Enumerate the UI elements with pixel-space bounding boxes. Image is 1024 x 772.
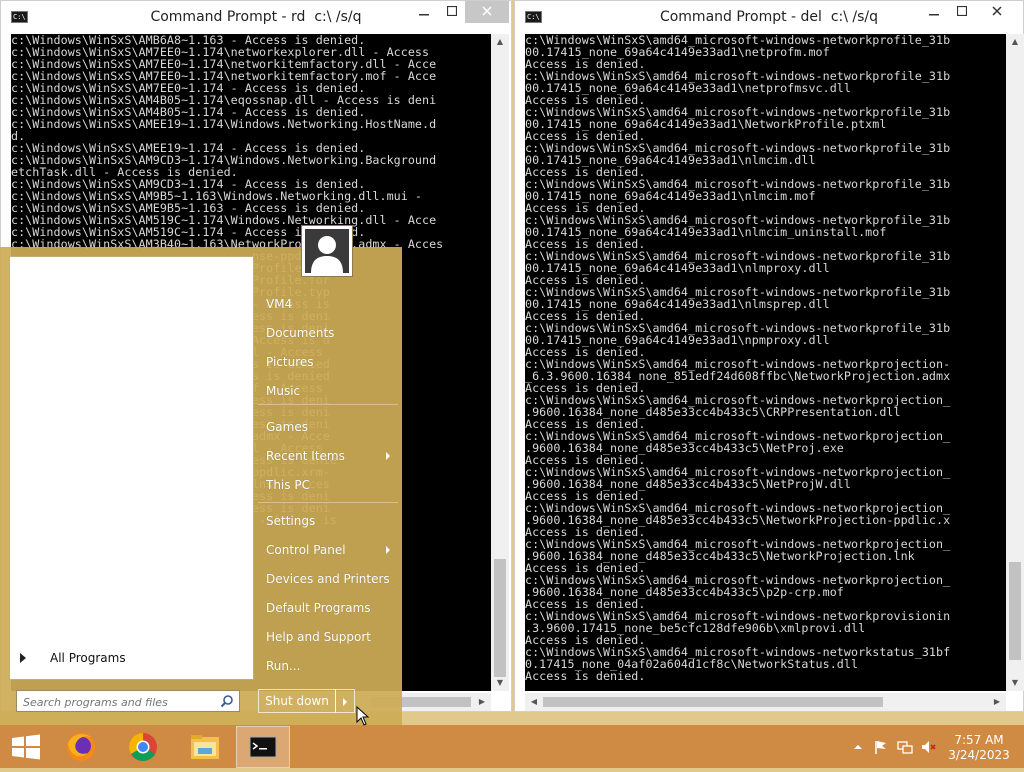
start-menu-item-label: Run... [266,659,301,673]
start-menu-item-vm4[interactable]: VM4 [256,292,400,316]
scroll-right-arrow-icon[interactable]: ▶ [988,694,1006,710]
user-picture [305,229,349,273]
start-menu-item-label: Games [266,420,308,434]
network-icon[interactable] [897,739,913,755]
search-box[interactable] [16,690,240,712]
all-programs-button[interactable]: All Programs [9,644,252,672]
close-button[interactable] [977,1,1017,23]
start-menu-item-label: VM4 [266,297,293,311]
start-menu-item-documents[interactable]: Documents [256,321,400,345]
start-menu-item-label: Recent Items [266,449,345,463]
search-input[interactable] [21,692,215,712]
titlebar[interactable]: C:\ Command Prompt - rd c:\ /s/q [1,1,511,34]
start-menu-item-music[interactable]: Music [256,379,400,403]
start-menu-item-label: This PC [266,478,310,492]
minimize-icon [929,14,939,16]
scroll-thumb[interactable] [1009,562,1021,660]
clock-date: 3/24/2023 [948,748,1010,762]
action-center-flag-icon[interactable] [873,739,889,755]
start-menu-item-help-and-support[interactable]: Help and Support [256,625,400,649]
user-icon [311,236,343,273]
start-menu-item-run[interactable]: Run... [256,654,400,678]
close-button[interactable] [465,1,509,23]
chevron-right-icon [386,452,390,460]
vertical-scrollbar[interactable]: ▲ ▼ [1006,34,1024,691]
scroll-thumb[interactable] [494,559,506,677]
maximize-icon [446,5,458,17]
command-prompt-window-right[interactable]: C:\ Command Prompt - del c:\ /s/q c:\Win… [514,0,1024,712]
windows-logo-icon [12,734,40,760]
close-icon [992,6,1002,16]
scroll-thumb[interactable] [543,697,883,707]
start-menu-item-default-programs[interactable]: Default Programs [256,596,400,620]
triangle-right-icon [20,653,26,663]
minimize-button[interactable] [919,1,949,23]
programs-list[interactable] [9,256,254,680]
start-menu-item-recent-items[interactable]: Recent Items [256,444,400,468]
mouse-pointer-icon [356,706,370,726]
start-menu-item-pictures[interactable]: Pictures [256,350,400,374]
start-menu-item-label: Music [266,384,301,398]
scroll-left-arrow-icon[interactable]: ◀ [525,694,543,710]
file-explorer-taskbar-button[interactable] [178,726,232,768]
start-menu-item-label: Documents [266,326,335,340]
start-menu-item-label: Settings [266,514,316,528]
minimize-icon [419,14,429,16]
chevron-right-icon [343,698,347,706]
shut-down-button[interactable]: Shut down [258,689,336,713]
menu-separator [258,502,398,503]
start-button[interactable] [0,726,54,768]
start-menu-item-label: Default Programs [266,601,371,615]
scroll-down-arrow-icon[interactable]: ▼ [491,675,509,691]
start-menu-item-label: Control Panel [266,543,346,557]
taskbar: 7:57 AM 3/24/2023 [0,725,1024,768]
start-menu-item-games[interactable]: Games [256,415,400,439]
volume-muted-icon[interactable] [920,739,936,755]
command-prompt-taskbar-button[interactable] [236,726,290,768]
minimize-button[interactable] [409,1,439,23]
maximize-button[interactable] [947,1,977,23]
scroll-up-arrow-icon[interactable]: ▲ [1006,34,1024,50]
start-menu-item-label: Pictures [266,355,314,369]
clock[interactable]: 7:57 AM 3/24/2023 [940,733,1018,763]
start-menu-item-settings[interactable]: Settings [256,509,400,533]
start-menu: All Programs VM4 Documents Pictures Music Ga… [0,225,402,725]
scroll-down-arrow-icon[interactable]: ▼ [1006,675,1024,691]
all-programs-label: All Programs [50,651,126,665]
start-menu-item-label: Devices and Printers [266,572,390,586]
firefox-taskbar-button[interactable] [54,726,108,768]
folder-icon [191,735,219,759]
console-output[interactable]: c:\Windows\WinSxS\amd64_microsoft-window… [525,34,1006,691]
close-icon [482,6,492,16]
chevron-right-icon [386,546,390,554]
start-menu-item-label: Help and Support [266,630,371,644]
menu-separator [258,404,398,405]
start-menu-item-this-pc[interactable]: This PC [256,473,400,497]
scroll-up-arrow-icon[interactable]: ▲ [491,34,509,50]
maximize-icon [956,5,968,17]
titlebar[interactable]: C:\ Command Prompt - del c:\ /s/q [515,1,1023,34]
chrome-icon [129,733,157,761]
search-icon[interactable] [220,694,234,708]
console-line: Access is denied. [525,669,646,683]
vertical-scrollbar[interactable]: ▲ ▼ [491,34,509,691]
start-menu-item-control-panel[interactable]: Control Panel [256,538,400,562]
scroll-right-arrow-icon[interactable]: ▶ [473,694,491,710]
start-menu-item-devices-and-printers[interactable]: Devices and Printers [256,567,400,591]
clock-time: 7:57 AM [954,733,1004,747]
user-avatar[interactable] [301,225,353,277]
maximize-button[interactable] [437,1,467,23]
command-prompt-icon [249,736,277,758]
show-hidden-icons-icon[interactable] [850,739,866,755]
console-line: c:\Windows\WinSxS\AMEE19~1.174\Windows.N… [11,117,437,131]
horizontal-scrollbar[interactable]: ◀ ▶ [525,693,1006,711]
firefox-icon [67,733,95,761]
chrome-taskbar-button[interactable] [116,726,170,768]
shut-down-options-button[interactable] [335,689,355,713]
